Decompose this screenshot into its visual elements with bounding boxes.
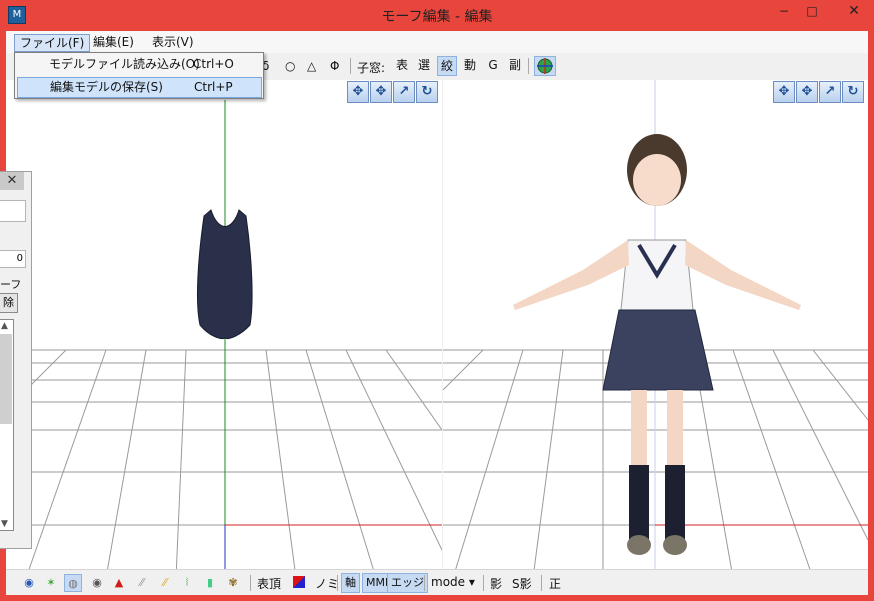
hatch-icon[interactable]: ⁄⁄: [133, 574, 151, 592]
client-area: ファイル(F) 編集(E) 表示(V) δ ○ △ Φ 子窓: 表 選 絞 動 …: [6, 31, 868, 595]
menu-item-shortcut: Ctrl+P: [194, 80, 233, 94]
delete-button[interactable]: 除: [0, 293, 18, 313]
title-bar: M モーフ編集 - 編集 − □ ✕: [0, 0, 874, 31]
bottom-toolbar: ◉ ✶ ◍ ◉ ▲ ⁄⁄ ⁄⁄ ⦚ ▮ ✾ 表頂 ノミ 軸 MMD エッジ mo…: [6, 569, 868, 595]
toolbar-separator: [483, 575, 484, 591]
schoolgirl-model: [513, 134, 801, 555]
toolbar-separator: [541, 575, 542, 591]
bone-icon[interactable]: ⁄⁄: [156, 574, 174, 592]
value-field[interactable]: 0: [0, 250, 26, 268]
maximize-button[interactable]: □: [798, 0, 826, 22]
rigid-icon[interactable]: ▮: [201, 574, 219, 592]
circle-button[interactable]: ○: [285, 59, 295, 73]
menu-file[interactable]: ファイル(F): [14, 34, 91, 52]
nomi-toggle[interactable]: ノミ: [315, 575, 339, 592]
menu-bar: ファイル(F) 編集(E) 表示(V): [6, 31, 868, 53]
rotate-icon[interactable]: ↻: [416, 81, 438, 103]
move-xz-icon[interactable]: ✥: [370, 81, 392, 103]
panel-close-icon[interactable]: ✕: [0, 172, 24, 190]
close-button[interactable]: ✕: [840, 0, 868, 22]
shadow-toggle[interactable]: 影: [490, 575, 502, 592]
menu-item-label: モデルファイル読み込み(O): [49, 57, 200, 71]
scroll-down-icon[interactable]: ▼: [1, 519, 8, 529]
scrollbar-thumb[interactable]: [0, 334, 12, 424]
leaf-icon[interactable]: ✶: [42, 574, 60, 592]
left-viewport-tools: ✥ ✥ ↗ ↻: [347, 81, 438, 103]
right-grid: [443, 80, 868, 578]
axis-toggle[interactable]: 軸: [341, 573, 360, 593]
filter-button[interactable]: 絞: [437, 56, 457, 76]
select-button[interactable]: 選: [414, 56, 434, 76]
panel-field[interactable]: [0, 200, 26, 222]
toolbar-separator: [528, 58, 529, 74]
edge-toggle[interactable]: エッジ: [387, 573, 428, 593]
material-icon[interactable]: ◍: [64, 574, 82, 592]
right-viewport-tools: ✥ ✥ ↗ ↻: [773, 81, 864, 103]
morph-list[interactable]: ▲ ▼: [0, 319, 14, 531]
mode-dropdown[interactable]: mode ▾: [431, 575, 475, 589]
toolbar-separator: [337, 575, 338, 591]
menu-edit[interactable]: 編集(E): [88, 34, 139, 52]
minimize-button[interactable]: −: [770, 0, 798, 22]
vertex-toggle[interactable]: 表頂: [257, 575, 281, 592]
front-view-button[interactable]: 正: [549, 575, 561, 592]
toolbar-separator: [350, 58, 351, 74]
color-swatch[interactable]: [293, 576, 305, 588]
joint-icon[interactable]: ⦚: [178, 574, 196, 592]
table-button[interactable]: 表: [392, 56, 412, 76]
crosshair-icon[interactable]: [534, 56, 556, 76]
menu-item-label: 編集モデルの保存(S): [50, 80, 163, 94]
phi-button[interactable]: Φ: [330, 59, 339, 73]
toolbar-separator: [250, 575, 251, 591]
triangle-icon[interactable]: ▲: [110, 574, 128, 592]
move-xy-icon[interactable]: ✥: [773, 81, 795, 103]
morph-label: ーフ: [0, 278, 22, 291]
menu-view[interactable]: 表示(V): [147, 34, 199, 52]
triangle-button[interactable]: △: [307, 59, 316, 73]
side-panel: ✕ 0 ーフ 除 ▲ ▼: [0, 171, 32, 549]
rotate-icon[interactable]: ↻: [842, 81, 864, 103]
move-xy-icon[interactable]: ✥: [347, 81, 369, 103]
right-viewport[interactable]: ✥ ✥ ↗ ↻: [443, 80, 868, 578]
menu-item-shortcut: Ctrl+O: [193, 57, 234, 71]
app-window: M モーフ編集 - 編集 − □ ✕ ファイル(F) 編集(E) 表示(V) δ…: [0, 0, 874, 601]
toolbar-separator: [424, 575, 425, 591]
window-title: モーフ編集 - 編集: [381, 9, 493, 25]
child-window-label: 子窓:: [357, 61, 386, 75]
left-grid: [6, 100, 442, 578]
scroll-up-icon[interactable]: ▲: [1, 321, 8, 331]
rotate-axis-icon[interactable]: ↗: [393, 81, 415, 103]
self-shadow-toggle[interactable]: S影: [512, 575, 532, 592]
g-button[interactable]: G: [483, 56, 503, 76]
menu-item-load-model[interactable]: モデルファイル読み込み(O) Ctrl+O: [17, 55, 262, 76]
file-menu-dropdown: モデルファイル読み込み(O) Ctrl+O 編集モデルの保存(S) Ctrl+P: [14, 52, 264, 99]
move-xz-icon[interactable]: ✥: [796, 81, 818, 103]
menu-item-save-model[interactable]: 編集モデルの保存(S) Ctrl+P: [17, 77, 262, 98]
physics-icon[interactable]: ✾: [224, 574, 242, 592]
point-icon[interactable]: ◉: [20, 574, 38, 592]
record-icon[interactable]: ◉: [88, 574, 106, 592]
move-button[interactable]: 動: [460, 56, 480, 76]
sub-button[interactable]: 副: [505, 56, 525, 76]
swimsuit-model: [196, 209, 253, 339]
rotate-axis-icon[interactable]: ↗: [819, 81, 841, 103]
left-viewport[interactable]: ✥ ✥ ↗ ↻: [6, 80, 442, 578]
